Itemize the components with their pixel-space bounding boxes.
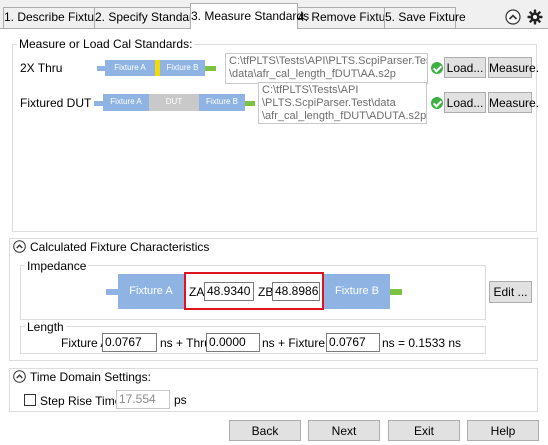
dut-path-line-3: \afr_cal_length_fDUT\ADUTA.s2p [262,110,427,122]
fixture-a-block: Fixture A [118,274,184,309]
fixture-b-block: Fixture B [324,274,390,309]
tab-specify-standards[interactable]: 2. Specify Standards [94,7,206,28]
step-rise-time-unit: ps [174,393,187,407]
measure-thru-button[interactable]: Measure. [488,57,539,78]
collapse-time-domain-icon[interactable] [13,370,26,383]
exit-button[interactable]: Exit [388,420,460,441]
fixture-a-block: Fixture A [105,60,155,76]
help-button[interactable]: Help [467,420,539,441]
row-label-fixtured-dut: Fixtured DUT [20,96,92,110]
time-domain-title: Time Domain Settings: [28,370,153,384]
port-stub-right [245,101,255,106]
thru-path-line-1: C:\tfPLTS\Tests\API\PLTS.ScpiParser.Test [229,55,428,67]
tab-remove-fixture[interactable]: 4. Remove Fixture [297,7,396,28]
length-title: Length [25,320,66,334]
dut-file-path[interactable]: C:\tfPLTS\Tests\API \PLTS.ScpiParser.Tes… [258,82,427,124]
load-dut-button[interactable]: Load... [444,92,486,113]
step-rise-time-input[interactable]: 17.554 [116,390,170,409]
gear-icon[interactable] [527,9,543,25]
port-stub-right [390,289,402,295]
collapse-up-icon[interactable] [505,9,521,25]
measure-group-title: Measure or Load Cal Standards: [17,37,195,51]
edit-impedance-button[interactable]: Edit ... [489,281,532,303]
tab-measure-standards[interactable]: 3. Measure Standards [190,3,309,29]
check-icon [431,62,443,74]
zb-input[interactable]: 48.8986 [272,282,320,301]
collapse-characteristics-icon[interactable] [13,240,26,253]
next-button[interactable]: Next [308,420,380,441]
fixture-b-block: Fixture B [199,94,245,111]
fixture-b-block: Fixture B [160,60,205,76]
length-thru-label: ns + Thru [160,336,211,350]
tab-describe-fixture[interactable]: 1. Describe Fixture [3,7,105,28]
back-button[interactable]: Back [229,420,301,441]
thru-path-line-2: \data\afr_cal_length_fDUT\AA.s2p [229,68,396,80]
characteristics-title: Calculated Fixture Characteristics [28,240,212,254]
fixture-a-block: Fixture A [103,94,149,111]
za-input[interactable]: 48.9340 [204,282,254,301]
length-total: ns = 0.1533 ns [382,336,462,350]
measure-dut-button[interactable]: Measure. [488,92,539,113]
length-thru-input[interactable]: 0.0000 [206,333,260,352]
step-rise-time-checkbox[interactable] [24,394,36,406]
dut-block: DUT [149,94,199,111]
row-label-2x-thru: 2X Thru [20,61,63,75]
port-stub-right [205,66,216,71]
length-fixture-b-input[interactable]: 0.0767 [326,333,380,352]
dut-path-line-2: \PLTS.ScpiParser.Test\data [262,97,396,109]
dut-path-line-1: C:\tfPLTS\Tests\API [262,84,359,96]
length-fixture-a-input[interactable]: 0.0767 [102,333,157,352]
step-rise-time-label: Step Rise Time : [40,394,129,408]
load-thru-button[interactable]: Load... [444,57,486,78]
thru-file-path[interactable]: C:\tfPLTS\Tests\API\PLTS.ScpiParser.Test… [225,53,428,84]
tab-bar: 1. Describe Fixture 2. Specify Standards… [0,0,548,30]
check-icon [431,97,443,109]
tab-save-fixture[interactable]: 5. Save Fixture [384,7,466,28]
impedance-title: Impedance [25,259,89,273]
